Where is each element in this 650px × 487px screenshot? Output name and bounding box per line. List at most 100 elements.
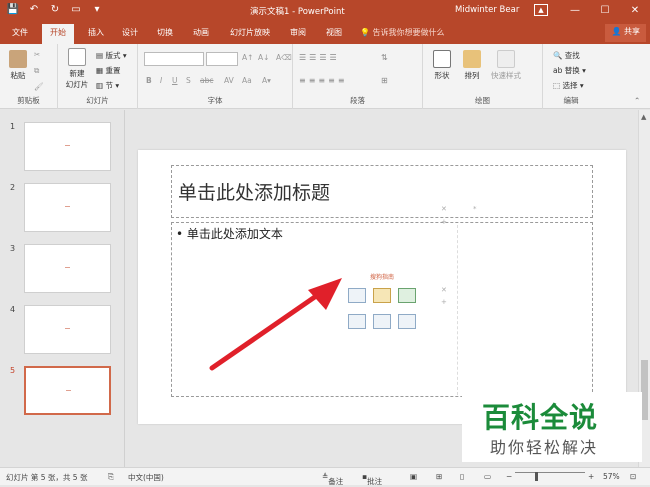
insert-online-picture-icon[interactable] (373, 314, 391, 329)
replace-icon: ab (553, 66, 563, 75)
status-bar: 幻灯片 第 5 张，共 5 张 ⎘ 中文(中国) ≜ 备注 ▪ 批注 ▣ ⊞ ▯… (0, 467, 650, 486)
character-spacing-icon[interactable]: AV (224, 76, 234, 85)
change-case-icon[interactable]: Aa (242, 76, 252, 85)
text-direction-icon[interactable]: ⇅ (381, 53, 391, 62)
insert-picture-icon[interactable] (348, 314, 366, 329)
alignment-buttons-icon[interactable]: ≡≡≡≡≡ (299, 76, 348, 85)
group-drawing: 形状 排列 快速样式 绘图 (423, 44, 543, 109)
underline-button[interactable]: U (172, 76, 178, 85)
select-icon: ⬚ (553, 81, 561, 90)
find-icon: 🔍 (553, 51, 563, 60)
layout-label: 版式 (105, 51, 121, 60)
scrollbar-thumb[interactable] (641, 360, 648, 420)
insert-table-icon[interactable] (348, 288, 366, 303)
insert-chart-icon[interactable] (373, 288, 391, 303)
clear-formatting-icon[interactable]: A⌫ (276, 53, 292, 62)
slide-sorter-icon[interactable]: ⊞ (436, 472, 442, 481)
share-button[interactable]: 👤 共享 (605, 24, 646, 42)
new-slide-button[interactable]: 新建 幻灯片 (62, 48, 92, 90)
thumbnail-number: 4 (10, 305, 16, 314)
list-buttons-icon[interactable]: ☰☰☰☰ (299, 53, 340, 62)
user-name[interactable]: Midwinter Bear (455, 5, 519, 15)
comments-button[interactable]: ▪ 批注 (362, 472, 382, 486)
replace-label: 替换 (564, 66, 580, 75)
slideshow-view-icon[interactable]: ▭ (484, 472, 491, 481)
quick-styles-button[interactable]: 快速样式 (487, 50, 525, 81)
fit-to-window-icon[interactable]: ⊡ (630, 472, 636, 481)
share-label: 共享 (624, 27, 640, 36)
minimize-button[interactable]: — (560, 0, 590, 22)
arrange-button[interactable]: 排列 (459, 50, 485, 81)
strikethrough-button[interactable]: abc (200, 76, 213, 85)
save-icon[interactable]: 💾 (6, 4, 20, 15)
insert-smartart-icon[interactable] (398, 288, 416, 303)
tab-view[interactable]: 视图 (326, 27, 342, 38)
quick-access-toolbar: 💾 ↶ ↻ ▭ ▾ (6, 4, 104, 15)
redo-icon[interactable]: ↻ (48, 4, 62, 15)
thumbnail-number: 3 (10, 244, 16, 253)
font-color-icon[interactable]: A▾ (262, 76, 271, 85)
arrow-head (308, 278, 342, 310)
tell-me-search[interactable]: 💡 告诉我你想要做什么 (360, 27, 445, 38)
collapse-ribbon-icon[interactable]: ⌃ (634, 96, 640, 105)
notes-button[interactable]: ≜ 备注 (322, 472, 343, 486)
layout-button[interactable]: ▤ 版式 ▾ (96, 50, 127, 61)
tab-file[interactable]: 文件 (12, 27, 28, 38)
increase-font-icon[interactable]: A↑ (242, 53, 253, 62)
tab-insert[interactable]: 插入 (88, 27, 104, 38)
slide-thumbnail-1[interactable] (24, 122, 111, 171)
normal-view-icon[interactable]: ▣ (410, 472, 417, 481)
zoom-out-icon[interactable]: − (506, 472, 512, 481)
reset-button[interactable]: ▦ 重置 (96, 65, 120, 76)
bold-button[interactable]: B (146, 76, 152, 85)
find-button[interactable]: 🔍 查找 (553, 50, 580, 61)
slide-thumbnail-2[interactable] (24, 183, 111, 232)
slide-counter: 幻灯片 第 5 张，共 5 张 (6, 473, 88, 482)
placeholder-add-icon: + (441, 298, 447, 306)
tab-design[interactable]: 设计 (122, 27, 138, 38)
customize-qat-icon[interactable]: ▾ (90, 4, 104, 15)
title-placeholder[interactable]: 单击此处添加标题 (171, 165, 593, 218)
italic-button[interactable]: I (160, 76, 162, 85)
zoom-slider-knob[interactable] (535, 472, 538, 481)
tab-slideshow[interactable]: 幻灯片放映 (230, 27, 270, 38)
group-clipboard: 粘贴 ✂ ⧉ 🖌 剪贴板 (0, 44, 58, 109)
zoom-slider[interactable] (515, 472, 585, 473)
replace-button[interactable]: ab 替换 ▾ (553, 65, 586, 76)
slide-thumbnail-3[interactable] (24, 244, 111, 293)
copy-icon[interactable]: ⧉ (34, 66, 39, 76)
scroll-up-icon[interactable]: ▲ (641, 113, 646, 121)
paste-button[interactable]: 粘贴 (5, 50, 31, 81)
font-size-combo[interactable] (206, 52, 238, 66)
select-button[interactable]: ⬚ 选择 ▾ (553, 80, 584, 91)
zoom-in-icon[interactable]: + (588, 472, 594, 481)
reading-view-icon[interactable]: ▯ (460, 472, 464, 481)
tab-animations[interactable]: 动画 (193, 27, 209, 38)
shadow-button[interactable]: S (186, 76, 191, 85)
close-button[interactable]: ✕ (620, 0, 650, 22)
tab-transitions[interactable]: 切换 (157, 27, 173, 38)
language-indicator[interactable]: 中文(中国) (128, 472, 164, 483)
start-from-beginning-icon[interactable]: ▭ (69, 4, 83, 15)
slide-thumbnail-4[interactable] (24, 305, 111, 354)
spellcheck-icon[interactable]: ⎘ (108, 472, 114, 482)
ribbon-display-options-icon[interactable]: ▲ (534, 4, 548, 16)
font-name-combo[interactable] (144, 52, 204, 66)
slide-thumbnail-5[interactable] (24, 366, 111, 415)
quick-styles-icon (497, 50, 515, 68)
insert-video-icon[interactable] (398, 314, 416, 329)
smartart-icon[interactable]: ⊞ (381, 76, 391, 85)
maximize-button[interactable]: ☐ (590, 0, 620, 22)
watermark: 百科全说 助你轻松解决 (462, 392, 642, 462)
tab-review[interactable]: 审阅 (290, 27, 306, 38)
reset-label: 重置 (105, 66, 121, 75)
section-button[interactable]: ▥ 节 ▾ (96, 80, 119, 91)
tab-home[interactable]: 开始 (42, 24, 74, 44)
tell-me-text: 告诉我你想要做什么 (372, 28, 445, 37)
shapes-button[interactable]: 形状 (429, 50, 455, 81)
zoom-level[interactable]: 57% (603, 472, 620, 481)
decrease-font-icon[interactable]: A↓ (258, 53, 269, 62)
cut-icon[interactable]: ✂ (34, 50, 40, 59)
format-painter-icon[interactable]: 🖌 (34, 82, 44, 91)
undo-icon[interactable]: ↶ (27, 4, 41, 15)
